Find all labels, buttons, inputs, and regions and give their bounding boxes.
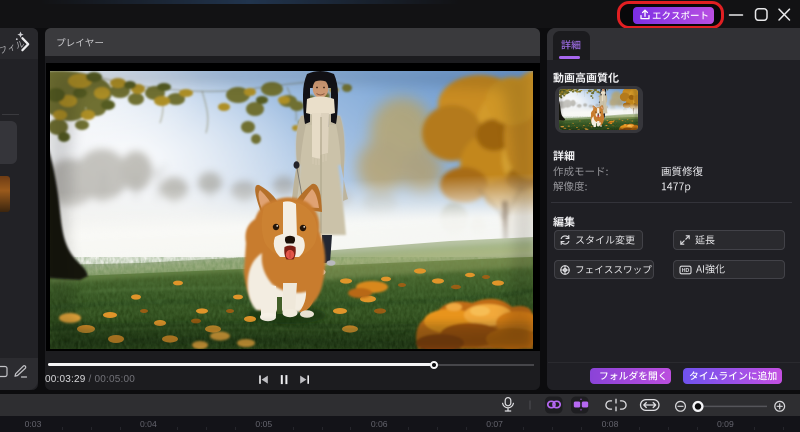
svg-text:HD: HD — [682, 268, 690, 274]
